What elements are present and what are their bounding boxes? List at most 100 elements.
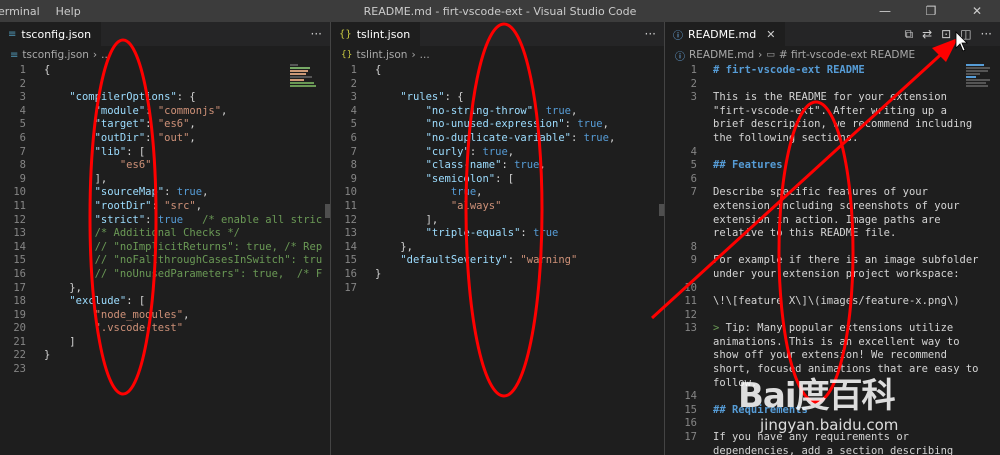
info-icon: ⓘ <box>673 30 683 42</box>
restore-button[interactable]: ❐ <box>908 0 954 22</box>
menu-help[interactable]: Help <box>56 5 89 18</box>
code-line: 8 <box>690 240 697 253</box>
more-actions-icon[interactable]: ··· <box>981 28 992 40</box>
code-line: show off your extension! We recommend <box>713 349 947 362</box>
watermark: Bai度百科 jingyan.baidu.com <box>738 368 988 448</box>
tab-bar: ⓘ README.md ✕ ⧉ ⇄ ⊡ ◫ ··· <box>665 22 1000 46</box>
code-line: 11 "rootDir": "src", <box>13 199 203 212</box>
code-line: 17 <box>344 281 357 294</box>
code-line: 10 "sourceMap": true, <box>13 186 209 199</box>
breadcrumb-symbol[interactable]: # firt-vscode-ext README <box>779 49 915 61</box>
minimize-button[interactable]: — <box>862 0 908 22</box>
more-actions-icon[interactable]: ··· <box>645 28 656 40</box>
open-changes-icon[interactable]: ⧉ <box>905 28 914 40</box>
code-line: 17 }, <box>13 281 82 294</box>
code-line: extension in action. Image paths are <box>713 213 941 226</box>
code-line: 1{ <box>19 64 51 76</box>
code-line: 7 "curly": true, <box>350 145 515 158</box>
tab-tsconfig[interactable]: ≡ tsconfig.json <box>0 22 102 46</box>
git-compare-icon[interactable]: ⇄ <box>922 28 932 40</box>
code-line: the following sections. <box>713 131 859 144</box>
code-line: 10 <box>684 281 697 294</box>
code-line: 12 <box>684 308 697 321</box>
code-line: 13 /* Additional Checks */ <box>13 227 240 240</box>
code-line: 11 "always" <box>344 199 502 212</box>
code-line: relative to this README file. <box>713 227 897 240</box>
code-line: 15 "defaultSeverity": "warning" <box>344 254 578 267</box>
code-line: 22} <box>13 349 51 362</box>
close-tab-icon[interactable]: ✕ <box>766 28 775 41</box>
editor-group-2: {} tslint.json ··· {} tslint.json › ... … <box>331 22 664 455</box>
split-editor-icon[interactable]: ◫ <box>960 28 971 40</box>
breadcrumb-file[interactable]: README.md <box>689 49 754 61</box>
breadcrumb: ≡ tsconfig.json › ... <box>0 46 330 64</box>
code-line: 2 <box>690 77 697 90</box>
tab-tslint[interactable]: {} tslint.json <box>331 22 421 46</box>
code-line: 1 # firt-vscode-ext README <box>690 64 865 76</box>
window-controls: — ❐ ✕ <box>862 0 1000 22</box>
menu-terminal[interactable]: erminal <box>0 5 48 18</box>
code-line: 15 // "noFallthroughCasesInSwitch": tru <box>13 254 323 267</box>
code-line: 18 "exclude": [ <box>13 295 146 308</box>
breadcrumb: ⓘ README.md › ▭ # firt-vscode-ext README <box>665 46 1000 64</box>
title-bar: erminal Help README.md - firt-vscode-ext… <box>0 0 1000 22</box>
code-line: 11 \!\[feature X\]\(images/feature-x.png\… <box>684 295 960 308</box>
braces-file-icon: {} <box>341 50 353 60</box>
code-line: 20 ".vscode-test" <box>13 322 184 335</box>
code-editor[interactable]: 1{2 3 "rules": {4 "no-string-throw": true… <box>331 64 664 455</box>
code-line: extension including screenshots of your <box>713 199 960 212</box>
code-line: 16} <box>344 267 382 280</box>
code-line: 9 ], <box>19 172 108 185</box>
breadcrumb-symbol[interactable]: ... <box>420 49 430 61</box>
baidu-logo: Bai度百科 <box>738 376 896 416</box>
breadcrumb-file[interactable]: tslint.json <box>356 49 407 61</box>
code-line: "firt-vscode-ext". After writing up a <box>713 104 947 117</box>
tab-label: tslint.json <box>356 27 411 41</box>
code-line: 9 "semicolon": [ <box>350 172 515 185</box>
code-line: 8 "es6" <box>19 159 152 172</box>
code-line: 6 <box>690 172 697 185</box>
breadcrumb-symbol[interactable]: ... <box>101 49 111 61</box>
close-button[interactable]: ✕ <box>954 0 1000 22</box>
code-line: 5 "target": "es6", <box>19 118 196 131</box>
code-line: 16 // "noUnusedParameters": true, /* F <box>13 267 323 280</box>
code-line: brief description, we recommend includin… <box>713 118 973 131</box>
code-line: 19 "node_modules", <box>13 308 190 321</box>
code-line: 6 "no-duplicate-variable": true, <box>350 131 616 144</box>
code-line: 5 "no-unused-expression": true, <box>350 118 609 131</box>
code-line: 23 <box>13 363 26 376</box>
code-editor[interactable]: 1{2 3 "compilerOptions": {4 "module": "co… <box>0 64 330 455</box>
window-title: README.md - firt-vscode-ext - Visual Stu… <box>363 4 637 18</box>
code-line: under your extension project workspace: <box>713 267 960 280</box>
code-line: 9 For example if there is an image subfol… <box>690 254 979 267</box>
code-line: 12 "strict": true /* enable all stric <box>13 213 323 226</box>
code-line: 5 ## Features <box>690 159 783 172</box>
code-line: 2 <box>19 77 26 90</box>
tab-readme[interactable]: ⓘ README.md ✕ <box>665 22 786 46</box>
tab-label: README.md <box>688 27 757 41</box>
code-line: 3 "compilerOptions": { <box>19 91 196 104</box>
code-line: 4 "module": "commonjs", <box>19 104 228 117</box>
editor-group-1: ≡ tsconfig.json ··· ≡ tsconfig.json › ..… <box>0 22 330 455</box>
code-line: 8 "class-name": true, <box>350 159 546 172</box>
more-actions-icon[interactable]: ··· <box>311 28 322 40</box>
json-file-icon: ≡ <box>8 28 17 40</box>
code-line: 3 This is the README for your extension <box>690 91 947 104</box>
minimap[interactable] <box>966 64 992 104</box>
json-file-icon: ≡ <box>10 49 19 61</box>
open-preview-icon[interactable]: ⊡ <box>941 28 951 40</box>
code-line: 6 "outDir": "out", <box>19 131 196 144</box>
tab-label: tsconfig.json <box>21 27 92 41</box>
code-line: 10 true, <box>344 186 483 199</box>
tab-bar: {} tslint.json ··· <box>331 22 664 46</box>
minimap[interactable] <box>290 64 320 104</box>
code-line: 13 "triple-equals": true <box>344 227 559 240</box>
info-icon: ⓘ <box>675 51 685 63</box>
code-line: 3 "rules": { <box>350 91 464 104</box>
breadcrumb-file[interactable]: tsconfig.json <box>22 49 89 61</box>
markdown-symbol-icon: ▭ <box>766 50 775 60</box>
code-line: 4 "no-string-throw": true, <box>350 104 578 117</box>
chevron-right-icon: › <box>92 49 98 61</box>
code-line: 12 ], <box>344 213 439 226</box>
code-line: 4 <box>690 145 697 158</box>
